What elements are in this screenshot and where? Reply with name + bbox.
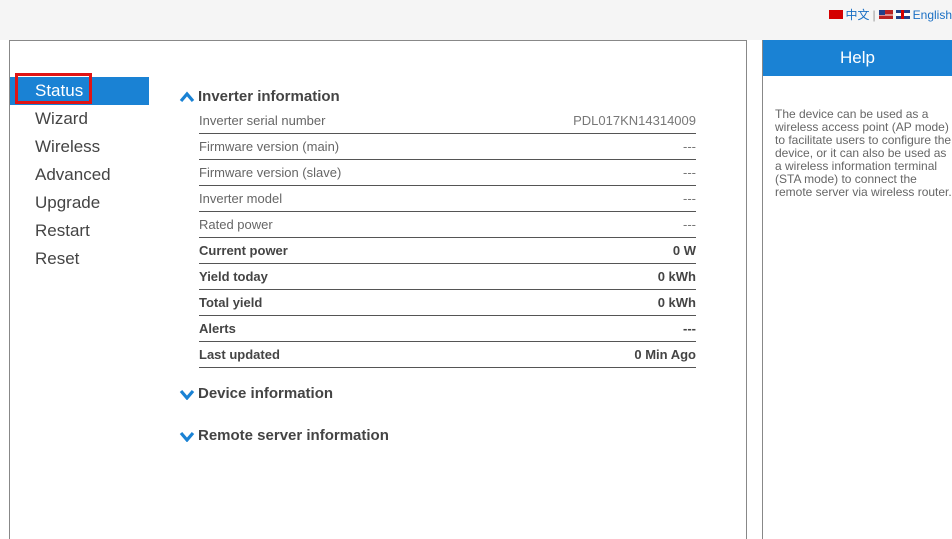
- language-separator: |: [872, 7, 876, 22]
- sidebar-item-status[interactable]: Status: [10, 77, 149, 105]
- table-row: Inverter model ---: [199, 186, 696, 212]
- sidebar: Status Wizard Wireless Advanced Upgrade …: [9, 40, 150, 539]
- help-panel: Help The device can be used as a wireles…: [762, 40, 952, 539]
- sidebar-item-advanced[interactable]: Advanced: [10, 161, 149, 189]
- device-info-title: Device information: [198, 385, 334, 402]
- row-label: Firmware version (main): [199, 139, 340, 154]
- help-text: The device can be used as a wireless acc…: [775, 107, 952, 199]
- language-english-link[interactable]: English: [913, 8, 952, 22]
- row-value: 0 kWh: [657, 295, 696, 310]
- table-row: Last updated 0 Min Ago: [199, 342, 696, 368]
- row-label: Current power: [199, 243, 288, 258]
- inverter-info-title: Inverter information: [198, 88, 340, 105]
- row-value: ---: [683, 321, 696, 336]
- row-value: ---: [683, 139, 696, 154]
- sidebar-nav: Status Wizard Wireless Advanced Upgrade …: [10, 73, 149, 273]
- row-label: Total yield: [199, 295, 263, 310]
- row-label: Last updated: [199, 347, 280, 362]
- main-content: Inverter information Inverter serial num…: [149, 40, 747, 539]
- sidebar-item-wizard[interactable]: Wizard: [10, 105, 149, 133]
- help-title: Help: [763, 40, 952, 76]
- us-flag-icon[interactable]: [878, 10, 893, 19]
- row-label: Rated power: [199, 217, 273, 232]
- sidebar-item-reset[interactable]: Reset: [10, 245, 149, 273]
- sidebar-item-upgrade[interactable]: Upgrade: [10, 189, 149, 217]
- row-value: ---: [683, 165, 696, 180]
- row-value: ---: [683, 217, 696, 232]
- row-value: PDL017KN14314009: [573, 113, 696, 128]
- table-row: Current power 0 W: [199, 238, 696, 264]
- device-info-header[interactable]: Device information: [179, 385, 333, 402]
- uk-flag-icon[interactable]: [895, 10, 910, 19]
- row-value: 0 W: [672, 243, 696, 258]
- row-label: Yield today: [199, 269, 268, 284]
- row-value: 0 kWh: [657, 269, 696, 284]
- language-switcher: 中文 | English: [828, 6, 952, 23]
- chevron-down-icon: [179, 431, 195, 442]
- table-row: Total yield 0 kWh: [199, 290, 696, 316]
- row-label: Inverter serial number: [199, 113, 326, 128]
- remote-server-info-header[interactable]: Remote server information: [179, 427, 389, 444]
- chevron-down-icon: [179, 389, 195, 400]
- sidebar-item-wireless[interactable]: Wireless: [10, 133, 149, 161]
- table-row: Rated power ---: [199, 212, 696, 238]
- china-flag-icon[interactable]: [828, 10, 843, 19]
- inverter-info-header[interactable]: Inverter information: [179, 88, 340, 105]
- row-label: Alerts: [199, 321, 236, 336]
- inverter-info-table: Inverter serial number PDL017KN14314009 …: [199, 108, 696, 368]
- table-row: Alerts ---: [199, 316, 696, 342]
- table-row: Inverter serial number PDL017KN14314009: [199, 108, 696, 134]
- sidebar-item-restart[interactable]: Restart: [10, 217, 149, 245]
- row-label: Firmware version (slave): [199, 165, 342, 180]
- chevron-up-icon: [179, 91, 195, 102]
- table-row: Yield today 0 kWh: [199, 264, 696, 290]
- language-chinese-link[interactable]: 中文: [846, 6, 870, 23]
- table-row: Firmware version (main) ---: [199, 134, 696, 160]
- row-value: 0 Min Ago: [634, 347, 696, 362]
- row-label: Inverter model: [199, 191, 283, 206]
- remote-server-info-title: Remote server information: [198, 427, 389, 444]
- top-bar: 中文 | English: [0, 0, 952, 40]
- table-row: Firmware version (slave) ---: [199, 160, 696, 186]
- row-value: ---: [683, 191, 696, 206]
